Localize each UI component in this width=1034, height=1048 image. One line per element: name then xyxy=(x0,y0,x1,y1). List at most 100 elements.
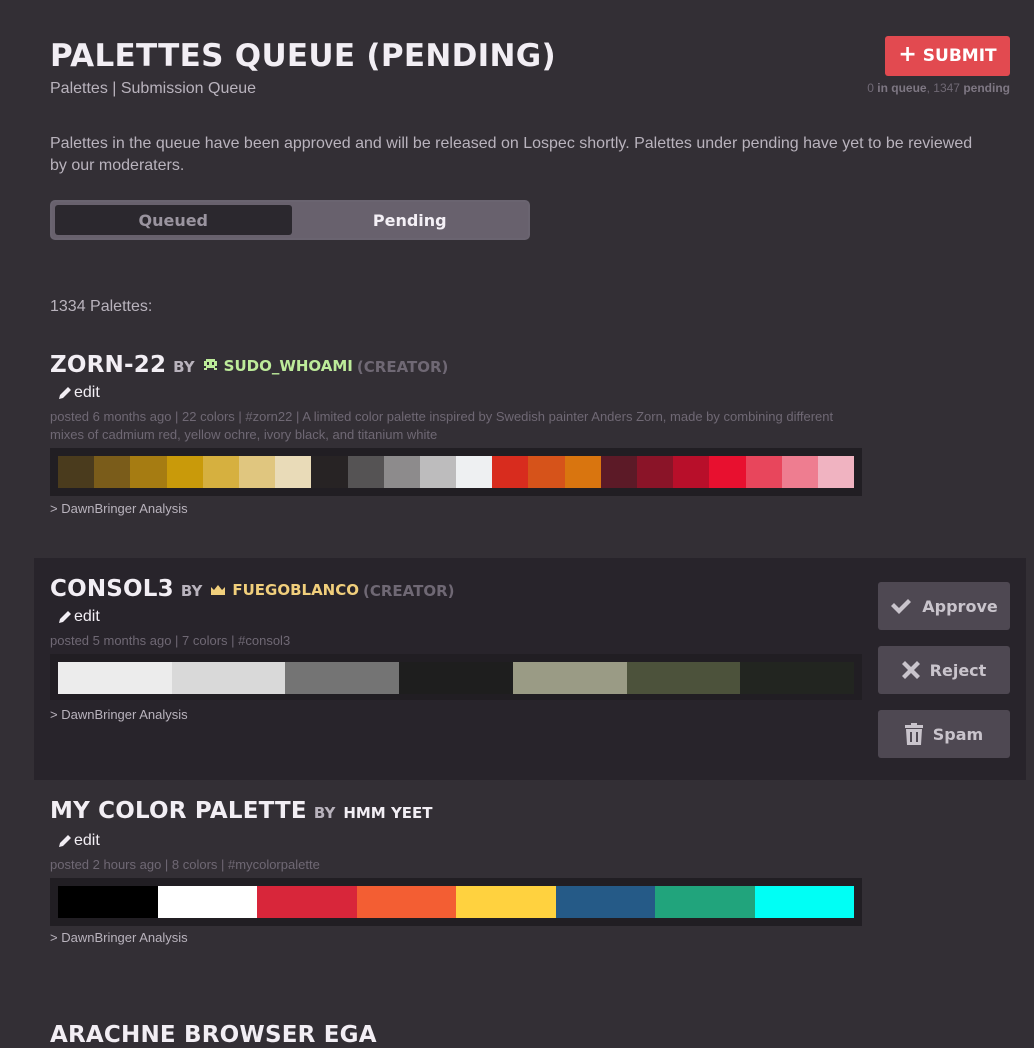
pending-count-label: pending xyxy=(963,81,1010,95)
approve-button[interactable]: Approve xyxy=(878,582,1010,630)
color-swatch[interactable] xyxy=(171,662,286,694)
pending-count: 1347 xyxy=(933,81,960,95)
color-swatch[interactable] xyxy=(157,886,257,918)
color-swatch[interactable] xyxy=(626,662,741,694)
swatch-strip xyxy=(50,878,862,926)
pencil-icon xyxy=(59,387,71,399)
reject-label: Reject xyxy=(929,660,987,680)
color-swatch[interactable] xyxy=(58,456,95,488)
tab-pending[interactable]: Pending xyxy=(292,202,529,238)
color-swatch[interactable] xyxy=(745,456,782,488)
palette-meta: posted 2 hours ago | 8 colors | #mycolor… xyxy=(50,857,320,872)
palette-meta: posted 6 months ago | 22 colors | #zorn2… xyxy=(50,409,834,442)
palette-name[interactable]: ARACHNE BROWSER EGA xyxy=(50,1022,377,1048)
edit-link[interactable]: edit xyxy=(58,832,100,850)
breadcrumb: Palettes | Submission Queue xyxy=(50,80,257,97)
color-swatch[interactable] xyxy=(257,886,357,918)
queue-count-label: in queue xyxy=(877,81,927,95)
color-swatch[interactable] xyxy=(781,456,818,488)
color-swatch[interactable] xyxy=(637,456,674,488)
color-swatch[interactable] xyxy=(58,662,172,694)
edit-label: edit xyxy=(74,832,100,849)
color-swatch[interactable] xyxy=(399,662,513,694)
pencil-icon xyxy=(59,835,71,847)
by-label: BY xyxy=(313,804,336,822)
author-link[interactable]: SUDO_WHOAMI xyxy=(203,357,353,375)
color-swatch[interactable] xyxy=(555,886,655,918)
palette-meta: posted 5 months ago | 7 colors | #consol… xyxy=(50,633,291,648)
author-link[interactable]: HMM YEET xyxy=(343,804,432,822)
color-swatch[interactable] xyxy=(740,662,855,694)
approve-label: Approve xyxy=(922,596,998,616)
color-swatch[interactable] xyxy=(512,662,627,694)
color-swatch[interactable] xyxy=(347,456,384,488)
dawnbringer-analysis-link[interactable]: > DawnBringer Analysis xyxy=(50,707,188,722)
pencil-icon xyxy=(59,611,71,623)
spam-button[interactable]: Spam xyxy=(878,710,1010,758)
palette-heading: CONSOL3 BY FUEGOBLANCO (CREATOR) xyxy=(50,576,455,602)
color-swatch[interactable] xyxy=(709,456,746,488)
spam-label: Spam xyxy=(932,724,984,744)
swatch-strip xyxy=(50,448,862,496)
submit-button-label: SUBMIT xyxy=(922,46,997,66)
page-title: PALETTES QUEUE (PENDING) xyxy=(50,38,556,74)
color-swatch[interactable] xyxy=(275,456,312,488)
author-name: HMM YEET xyxy=(343,804,433,822)
color-swatch[interactable] xyxy=(528,456,565,488)
intro-text: Palettes in the queue have been approved… xyxy=(50,135,973,174)
author-name: FUEGOBLANCO xyxy=(232,581,359,599)
color-swatch[interactable] xyxy=(356,886,456,918)
color-swatch[interactable] xyxy=(58,886,158,918)
color-swatch[interactable] xyxy=(383,456,420,488)
by-label: BY xyxy=(173,358,195,376)
dawnbringer-analysis-link[interactable]: > DawnBringer Analysis xyxy=(50,930,188,945)
author-link[interactable]: FUEGOBLANCO xyxy=(210,581,359,599)
close-icon xyxy=(901,661,920,679)
color-swatch[interactable] xyxy=(817,456,855,488)
palette-heading: ZORN-22 BY SUDO_WHOAMI (CREATOR) xyxy=(50,352,448,378)
edit-label: edit xyxy=(74,608,100,625)
role-label: (CREATOR) xyxy=(356,358,449,376)
queue-toggle: Queued Pending xyxy=(50,200,530,240)
checkmark-icon xyxy=(891,599,912,614)
submit-button[interactable]: + SUBMIT xyxy=(885,36,1010,76)
palette-name[interactable]: CONSOL3 xyxy=(50,576,174,602)
tab-queued[interactable]: Queued xyxy=(55,205,292,235)
palette-entry-selected: CONSOL3 BY FUEGOBLANCO (CREATOR) edit po… xyxy=(34,558,1026,780)
color-swatch[interactable] xyxy=(456,456,493,488)
reject-button[interactable]: Reject xyxy=(878,646,1010,694)
plus-icon: + xyxy=(898,42,917,67)
color-swatch[interactable] xyxy=(600,456,637,488)
color-swatch[interactable] xyxy=(754,886,854,918)
trash-icon xyxy=(904,723,923,745)
palette-entry: ZORN-22 BY SUDO_WHOAMI (CREATOR) edit po… xyxy=(0,352,1034,522)
edit-link[interactable]: edit xyxy=(58,384,100,402)
palette-heading-next: ARACHNE BROWSER EGA xyxy=(50,1022,377,1048)
color-swatch[interactable] xyxy=(94,456,131,488)
color-swatch[interactable] xyxy=(285,662,400,694)
color-swatch[interactable] xyxy=(166,456,203,488)
role-label: (CREATOR) xyxy=(363,582,455,600)
color-swatch[interactable] xyxy=(456,886,556,918)
color-swatch[interactable] xyxy=(673,456,710,488)
edit-link[interactable]: edit xyxy=(58,608,100,626)
palette-entry: MY COLOR PALETTE BY HMM YEET edit posted… xyxy=(0,798,1034,958)
palette-name[interactable]: ZORN-22 xyxy=(50,352,166,378)
color-swatch[interactable] xyxy=(655,886,755,918)
dawnbringer-analysis-link[interactable]: > DawnBringer Analysis xyxy=(50,501,188,516)
color-swatch[interactable] xyxy=(419,456,457,488)
edit-label: edit xyxy=(74,384,100,401)
color-swatch[interactable] xyxy=(311,456,348,488)
color-swatch[interactable] xyxy=(202,456,239,488)
palette-heading: MY COLOR PALETTE BY HMM YEET xyxy=(50,798,433,824)
color-swatch[interactable] xyxy=(130,456,167,488)
color-swatch[interactable] xyxy=(492,456,529,488)
queue-count: 0 xyxy=(867,81,874,95)
crown-icon xyxy=(211,585,226,595)
author-name: SUDO_WHOAMI xyxy=(223,356,353,375)
color-swatch[interactable] xyxy=(238,456,276,488)
palette-name[interactable]: MY COLOR PALETTE xyxy=(50,798,307,824)
queue-counts: 0 in queue, 1347 pending xyxy=(867,81,1010,95)
by-label: BY xyxy=(180,582,203,600)
color-swatch[interactable] xyxy=(564,456,601,488)
